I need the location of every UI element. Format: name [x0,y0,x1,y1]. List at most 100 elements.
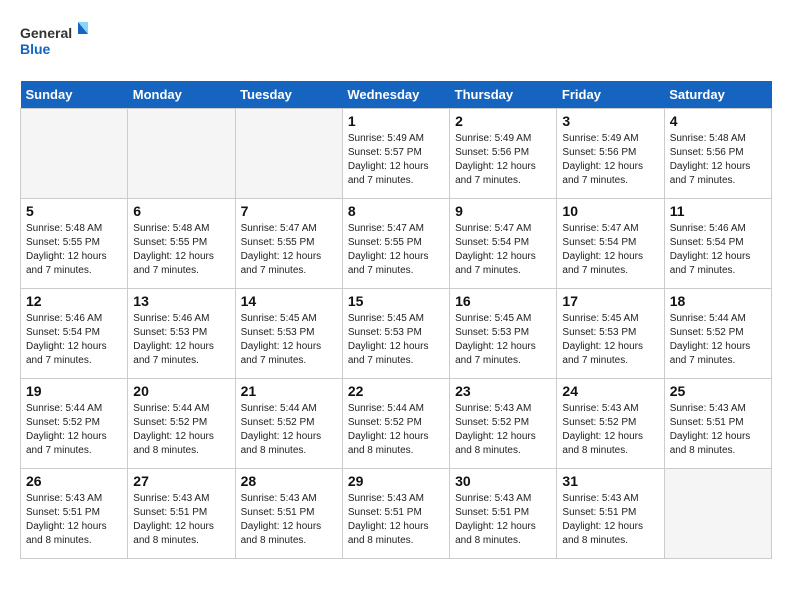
day-info: Sunrise: 5:48 AM Sunset: 5:55 PM Dayligh… [26,222,122,278]
day-number: 6 [133,203,229,219]
calendar-cell: 26 Sunrise: 5:43 AM Sunset: 5:51 PM Dayli… [21,469,128,559]
calendar-cell: 8 Sunrise: 5:47 AM Sunset: 5:55 PM Daylig… [342,199,449,289]
calendar-cell: 10 Sunrise: 5:47 AM Sunset: 5:54 PM Dayli… [557,199,664,289]
day-info: Sunrise: 5:48 AM Sunset: 5:56 PM Dayligh… [670,132,766,188]
calendar-cell [128,109,235,199]
calendar-cell: 15 Sunrise: 5:45 AM Sunset: 5:53 PM Dayli… [342,289,449,379]
day-info: Sunrise: 5:44 AM Sunset: 5:52 PM Dayligh… [26,402,122,458]
calendar-cell: 16 Sunrise: 5:45 AM Sunset: 5:53 PM Dayli… [450,289,557,379]
day-number: 17 [562,293,658,309]
calendar-cell: 14 Sunrise: 5:45 AM Sunset: 5:53 PM Dayli… [235,289,342,379]
calendar-table: SundayMondayTuesdayWednesdayThursdayFrid… [20,81,772,559]
day-number: 25 [670,383,766,399]
day-info: Sunrise: 5:47 AM Sunset: 5:55 PM Dayligh… [348,222,444,278]
day-info: Sunrise: 5:46 AM Sunset: 5:54 PM Dayligh… [670,222,766,278]
calendar-cell: 30Sunrise: 5:43 AM Sunset: 5:51 PM Dayli… [450,469,557,559]
calendar-body: 1 Sunrise: 5:49 AM Sunset: 5:57 PM Daylig… [21,109,772,559]
day-info: Sunrise: 5:45 AM Sunset: 5:53 PM Dayligh… [562,312,658,368]
calendar-cell: 17 Sunrise: 5:45 AM Sunset: 5:53 PM Dayli… [557,289,664,379]
day-number: 1 [348,113,444,129]
day-info: Sunrise: 5:43 AM Sunset: 5:51 PM Dayligh… [348,492,444,548]
day-info: Sunrise: 5:45 AM Sunset: 5:53 PM Dayligh… [241,312,337,368]
day-number: 12 [26,293,122,309]
day-info: Sunrise: 5:43 AM Sunset: 5:51 PM Dayligh… [670,402,766,458]
day-number: 31 [562,473,658,489]
svg-text:General: General [20,25,72,41]
day-number: 26 [26,473,122,489]
day-info: Sunrise: 5:44 AM Sunset: 5:52 PM Dayligh… [241,402,337,458]
calendar-cell: 11 Sunrise: 5:46 AM Sunset: 5:54 PM Dayli… [664,199,771,289]
day-number: 27 [133,473,229,489]
day-info: Sunrise: 5:45 AM Sunset: 5:53 PM Dayligh… [455,312,551,368]
day-number: 15 [348,293,444,309]
calendar-cell [21,109,128,199]
day-info: Sunrise: 5:47 AM Sunset: 5:55 PM Dayligh… [241,222,337,278]
day-info: Sunrise: 5:45 AM Sunset: 5:53 PM Dayligh… [348,312,444,368]
day-info: Sunrise: 5:46 AM Sunset: 5:54 PM Dayligh… [26,312,122,368]
day-number: 29 [348,473,444,489]
day-info: Sunrise: 5:49 AM Sunset: 5:56 PM Dayligh… [455,132,551,188]
calendar-cell: 5 Sunrise: 5:48 AM Sunset: 5:55 PM Daylig… [21,199,128,289]
logo-svg: General Blue [20,20,90,65]
day-info: Sunrise: 5:43 AM Sunset: 5:52 PM Dayligh… [562,402,658,458]
day-info: Sunrise: 5:47 AM Sunset: 5:54 PM Dayligh… [455,222,551,278]
day-number: 30 [455,473,551,489]
day-number: 22 [348,383,444,399]
calendar-cell [664,469,771,559]
day-number: 24 [562,383,658,399]
day-number: 19 [26,383,122,399]
day-number: 10 [562,203,658,219]
day-info: Sunrise: 5:43 AM Sunset: 5:51 PM Dayligh… [26,492,122,548]
calendar-cell [235,109,342,199]
day-number: 14 [241,293,337,309]
day-number: 16 [455,293,551,309]
day-number: 8 [348,203,444,219]
week-row-3: 12 Sunrise: 5:46 AM Sunset: 5:54 PM Dayli… [21,289,772,379]
day-number: 13 [133,293,229,309]
header-cell-tuesday: Tuesday [235,81,342,109]
day-info: Sunrise: 5:48 AM Sunset: 5:55 PM Dayligh… [133,222,229,278]
header-row: SundayMondayTuesdayWednesdayThursdayFrid… [21,81,772,109]
day-info: Sunrise: 5:49 AM Sunset: 5:57 PM Dayligh… [348,132,444,188]
calendar-cell: 28Sunrise: 5:43 AM Sunset: 5:51 PM Dayli… [235,469,342,559]
header-cell-wednesday: Wednesday [342,81,449,109]
header-cell-saturday: Saturday [664,81,771,109]
day-number: 4 [670,113,766,129]
calendar-cell: 19 Sunrise: 5:44 AM Sunset: 5:52 PM Dayli… [21,379,128,469]
day-number: 5 [26,203,122,219]
calendar-cell: 29 Sunrise: 5:43 AM Sunset: 5:51 PM Dayli… [342,469,449,559]
calendar-cell: 23Sunrise: 5:43 AM Sunset: 5:52 PM Dayli… [450,379,557,469]
header: General Blue [20,20,772,65]
day-number: 9 [455,203,551,219]
header-cell-monday: Monday [128,81,235,109]
day-info: Sunrise: 5:49 AM Sunset: 5:56 PM Dayligh… [562,132,658,188]
day-info: Sunrise: 5:43 AM Sunset: 5:51 PM Dayligh… [562,492,658,548]
calendar-cell: 3 Sunrise: 5:49 AM Sunset: 5:56 PM Daylig… [557,109,664,199]
calendar-cell: 20Sunrise: 5:44 AM Sunset: 5:52 PM Dayli… [128,379,235,469]
day-number: 7 [241,203,337,219]
calendar-cell: 21Sunrise: 5:44 AM Sunset: 5:52 PM Dayli… [235,379,342,469]
svg-text:Blue: Blue [20,41,51,57]
calendar-cell: 9 Sunrise: 5:47 AM Sunset: 5:54 PM Daylig… [450,199,557,289]
calendar-cell: 18Sunrise: 5:44 AM Sunset: 5:52 PM Dayli… [664,289,771,379]
day-number: 28 [241,473,337,489]
calendar-cell: 4 Sunrise: 5:48 AM Sunset: 5:56 PM Daylig… [664,109,771,199]
calendar-cell: 1 Sunrise: 5:49 AM Sunset: 5:57 PM Daylig… [342,109,449,199]
day-number: 18 [670,293,766,309]
day-info: Sunrise: 5:47 AM Sunset: 5:54 PM Dayligh… [562,222,658,278]
day-number: 11 [670,203,766,219]
header-cell-friday: Friday [557,81,664,109]
header-cell-sunday: Sunday [21,81,128,109]
day-number: 20 [133,383,229,399]
header-cell-thursday: Thursday [450,81,557,109]
week-row-5: 26 Sunrise: 5:43 AM Sunset: 5:51 PM Dayli… [21,469,772,559]
calendar-header: SundayMondayTuesdayWednesdayThursdayFrid… [21,81,772,109]
calendar-cell: 25 Sunrise: 5:43 AM Sunset: 5:51 PM Dayli… [664,379,771,469]
calendar-cell: 6 Sunrise: 5:48 AM Sunset: 5:55 PM Daylig… [128,199,235,289]
day-info: Sunrise: 5:43 AM Sunset: 5:51 PM Dayligh… [133,492,229,548]
calendar-cell: 31 Sunrise: 5:43 AM Sunset: 5:51 PM Dayli… [557,469,664,559]
calendar-cell: 27 Sunrise: 5:43 AM Sunset: 5:51 PM Dayli… [128,469,235,559]
day-number: 3 [562,113,658,129]
day-info: Sunrise: 5:46 AM Sunset: 5:53 PM Dayligh… [133,312,229,368]
calendar-cell: 13 Sunrise: 5:46 AM Sunset: 5:53 PM Dayli… [128,289,235,379]
